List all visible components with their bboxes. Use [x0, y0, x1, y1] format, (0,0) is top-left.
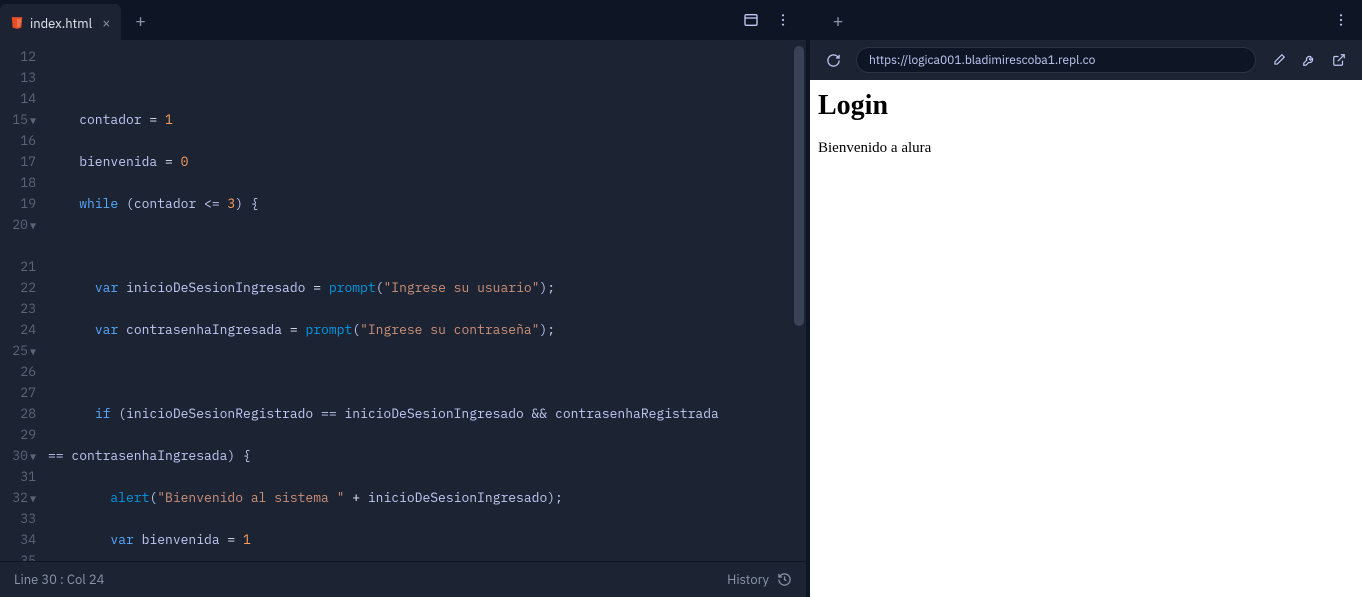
- preview-body-text: Bienvenido a alura: [818, 140, 1354, 157]
- editor-panel: index.html × + 12 13 14 15▼ 16 17 18 19 …: [0, 0, 806, 597]
- add-tab-button[interactable]: +: [127, 6, 155, 34]
- history-icon: [777, 572, 792, 587]
- html5-icon: [10, 16, 24, 30]
- reload-icon[interactable]: [820, 47, 846, 73]
- pencil-icon[interactable]: [1266, 47, 1292, 73]
- preview-heading: Login: [818, 90, 1354, 122]
- file-tab[interactable]: index.html ×: [0, 4, 121, 40]
- preview-tab-bar: +: [810, 0, 1362, 40]
- url-bar[interactable]: https://logica001.bladimirescoba1.repl.c…: [856, 47, 1256, 73]
- wrench-icon[interactable]: [1296, 47, 1322, 73]
- preview-more-icon[interactable]: [1328, 7, 1354, 33]
- history-button[interactable]: History: [727, 571, 792, 588]
- close-tab-icon[interactable]: ×: [102, 14, 110, 32]
- add-preview-tab-button[interactable]: +: [824, 6, 852, 34]
- code-content[interactable]: contador = 1 bienvenida = 0 while (conta…: [44, 40, 806, 561]
- fold-icon[interactable]: ▼: [30, 219, 36, 232]
- scrollbar-thumb[interactable]: [794, 46, 804, 326]
- fold-icon[interactable]: ▼: [30, 492, 36, 505]
- fold-icon[interactable]: ▼: [30, 114, 36, 127]
- more-icon[interactable]: [770, 7, 796, 33]
- preview-panel: + https://logica001.bladimirescoba1.repl…: [810, 0, 1362, 597]
- external-link-icon[interactable]: [1326, 47, 1352, 73]
- cursor-position: Line 30 : Col 24: [14, 571, 104, 588]
- preview-content: Login Bienvenido a alura: [810, 80, 1362, 597]
- editor-status-bar: Line 30 : Col 24 History: [0, 561, 806, 597]
- layout-icon[interactable]: [738, 7, 764, 33]
- tab-filename: index.html: [30, 15, 92, 32]
- fold-icon[interactable]: ▼: [30, 450, 36, 463]
- fold-icon[interactable]: ▼: [30, 345, 36, 358]
- url-text: https://logica001.bladimirescoba1.repl.c…: [869, 53, 1095, 68]
- editor-tab-bar: index.html × +: [0, 0, 806, 40]
- browser-toolbar: https://logica001.bladimirescoba1.repl.c…: [810, 40, 1362, 80]
- code-editor[interactable]: 12 13 14 15▼ 16 17 18 19 20▼ 21 22 23 24…: [0, 40, 806, 561]
- line-gutter: 12 13 14 15▼ 16 17 18 19 20▼ 21 22 23 24…: [0, 40, 44, 561]
